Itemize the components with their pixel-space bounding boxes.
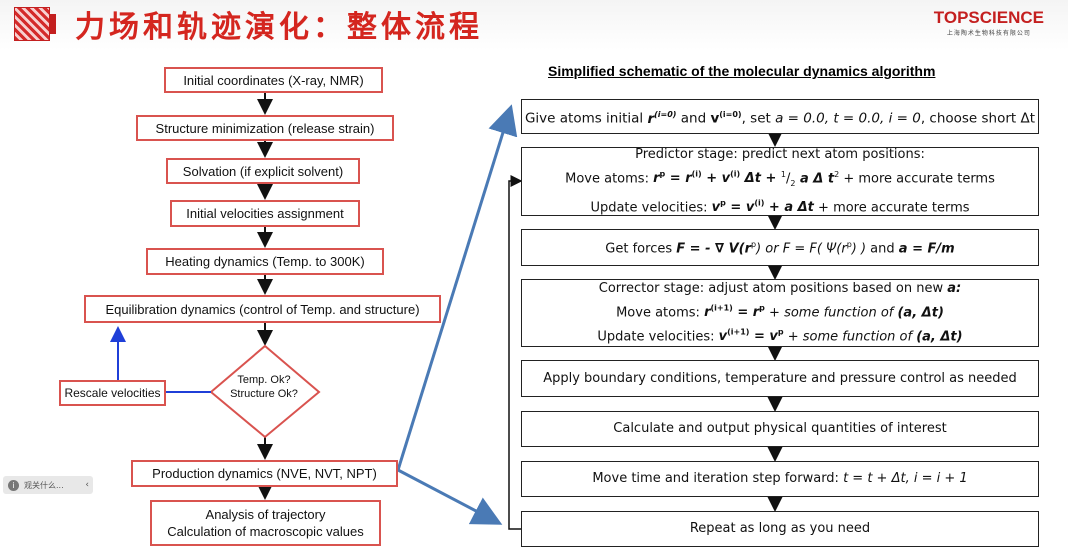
decision-line-1: Temp. Ok? bbox=[237, 374, 291, 386]
step-solvation: Solvation (if explicit solvent) bbox=[166, 158, 360, 184]
caption-toast[interactable]: i 观关什么... ‹ bbox=[3, 476, 93, 494]
schematic-step-advance: Move time and iteration step forward: t … bbox=[521, 461, 1039, 497]
analysis-line-1: Analysis of trajectory bbox=[205, 507, 326, 522]
step-initial-velocities: Initial velocities assignment bbox=[170, 200, 360, 227]
step-analysis: Analysis of trajectory Calculation of ma… bbox=[150, 500, 381, 546]
schematic-step-output: Calculate and output physical quantities… bbox=[521, 411, 1039, 447]
decision-line-2: Structure Ok? bbox=[230, 388, 298, 400]
toast-text: 观关什么... bbox=[24, 480, 64, 490]
step-rescale-velocities: Rescale velocities bbox=[59, 380, 166, 406]
chevron-left-icon[interactable]: ‹ bbox=[85, 480, 89, 490]
schematic-step-boundary: Apply boundary conditions, temperature a… bbox=[521, 360, 1039, 397]
decision-text: Temp. Ok? Structure Ok? bbox=[210, 373, 318, 401]
step-structure-minimization: Structure minimization (release strain) bbox=[136, 115, 394, 141]
schematic-title: Simplified schematic of the molecular dy… bbox=[548, 63, 936, 79]
schematic-step-forces: Get forces F = - ∇ V(rp) or F = F( Ψ(rp)… bbox=[521, 229, 1039, 266]
step-initial-coordinates: Initial coordinates (X-ray, NMR) bbox=[164, 67, 383, 93]
analysis-line-2: Calculation of macroscopic values bbox=[167, 524, 364, 539]
schematic-step-corrector: Corrector stage: adjust atom positions b… bbox=[521, 279, 1039, 347]
schematic-step-init: Give atoms initial r(i=0) and v(i=0), se… bbox=[521, 99, 1039, 134]
step-heating-dynamics: Heating dynamics (Temp. to 300K) bbox=[146, 248, 384, 275]
step-production-dynamics: Production dynamics (NVE, NVT, NPT) bbox=[131, 460, 398, 487]
schematic-step-repeat: Repeat as long as you need bbox=[521, 511, 1039, 547]
step-equilibration-dynamics: Equilibration dynamics (control of Temp.… bbox=[84, 295, 441, 323]
schematic-step-predictor: Predictor stage: predict next atom posit… bbox=[521, 147, 1039, 216]
info-icon: i bbox=[8, 479, 19, 491]
